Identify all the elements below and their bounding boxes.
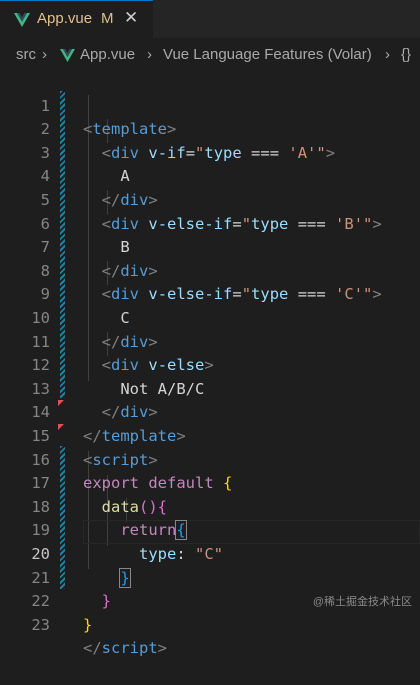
breadcrumb-provider[interactable]: Vue Language Features (Volar) <box>163 46 372 63</box>
code-line: 15 <script> <box>0 401 420 469</box>
chevron-right-icon: › <box>42 46 47 63</box>
code-line: 19 type: "C" <box>0 496 420 563</box>
close-icon[interactable]: ✕ <box>124 8 138 28</box>
script-tag: script <box>101 639 158 658</box>
code-line: 8 <div v-else-if="type === 'C'"> <box>0 236 420 304</box>
code-line: 1 <template> <box>0 71 420 139</box>
vue-file-icon <box>14 13 30 27</box>
modified-badge: M <box>101 10 114 27</box>
code-line: 22 } <box>0 567 420 634</box>
tab-app-vue[interactable]: App.vue M ✕ <box>0 0 153 38</box>
code-line: 3 A <box>0 118 420 186</box>
code-line: 13 </div> <box>0 354 420 422</box>
watermark: @稀土掘金技术社区 <box>312 596 412 608</box>
code-line: 7 </div> <box>0 213 420 280</box>
code-line: 16 export default { <box>0 425 420 493</box>
code-line: 6 B <box>0 189 420 257</box>
breadcrumb: src › App.vue › Vue Language Features (V… <box>0 38 420 71</box>
code-line: 21 } <box>0 543 420 611</box>
code-line: 5 <div v-else-if="type === 'B'"> <box>0 165 420 233</box>
code-line: 17 data(){ <box>0 449 420 516</box>
code-line: 20 } <box>0 519 420 588</box>
code-line: 14 </template> <box>0 378 420 445</box>
vue-file-icon <box>60 49 75 62</box>
line-number: 23 <box>31 615 50 634</box>
code-line: 2 <div v-if="type === 'A'"> <box>0 95 420 162</box>
code-line: 18 return{ <box>0 472 420 541</box>
code-line: 11 <div v-else> <box>0 307 420 375</box>
code-line: 4 </div> <box>0 142 420 209</box>
chevron-right-icon: › <box>385 46 390 63</box>
code-line: 10 </div> <box>0 283 420 351</box>
breadcrumb-folder[interactable]: src <box>16 46 36 63</box>
code-line: 12 Not A/B/C <box>0 331 420 398</box>
breadcrumb-symbol[interactable]: {} <box>401 46 411 63</box>
tab-bar: App.vue M ✕ <box>0 0 420 38</box>
code-editor[interactable]: 1 <template> 2 <div v-if="type === 'A'">… <box>0 71 420 657</box>
breadcrumb-file[interactable]: App.vue <box>80 46 135 63</box>
code-line: 9 C <box>0 260 420 327</box>
tab-title: App.vue <box>37 10 93 27</box>
chevron-right-icon: › <box>147 46 152 63</box>
